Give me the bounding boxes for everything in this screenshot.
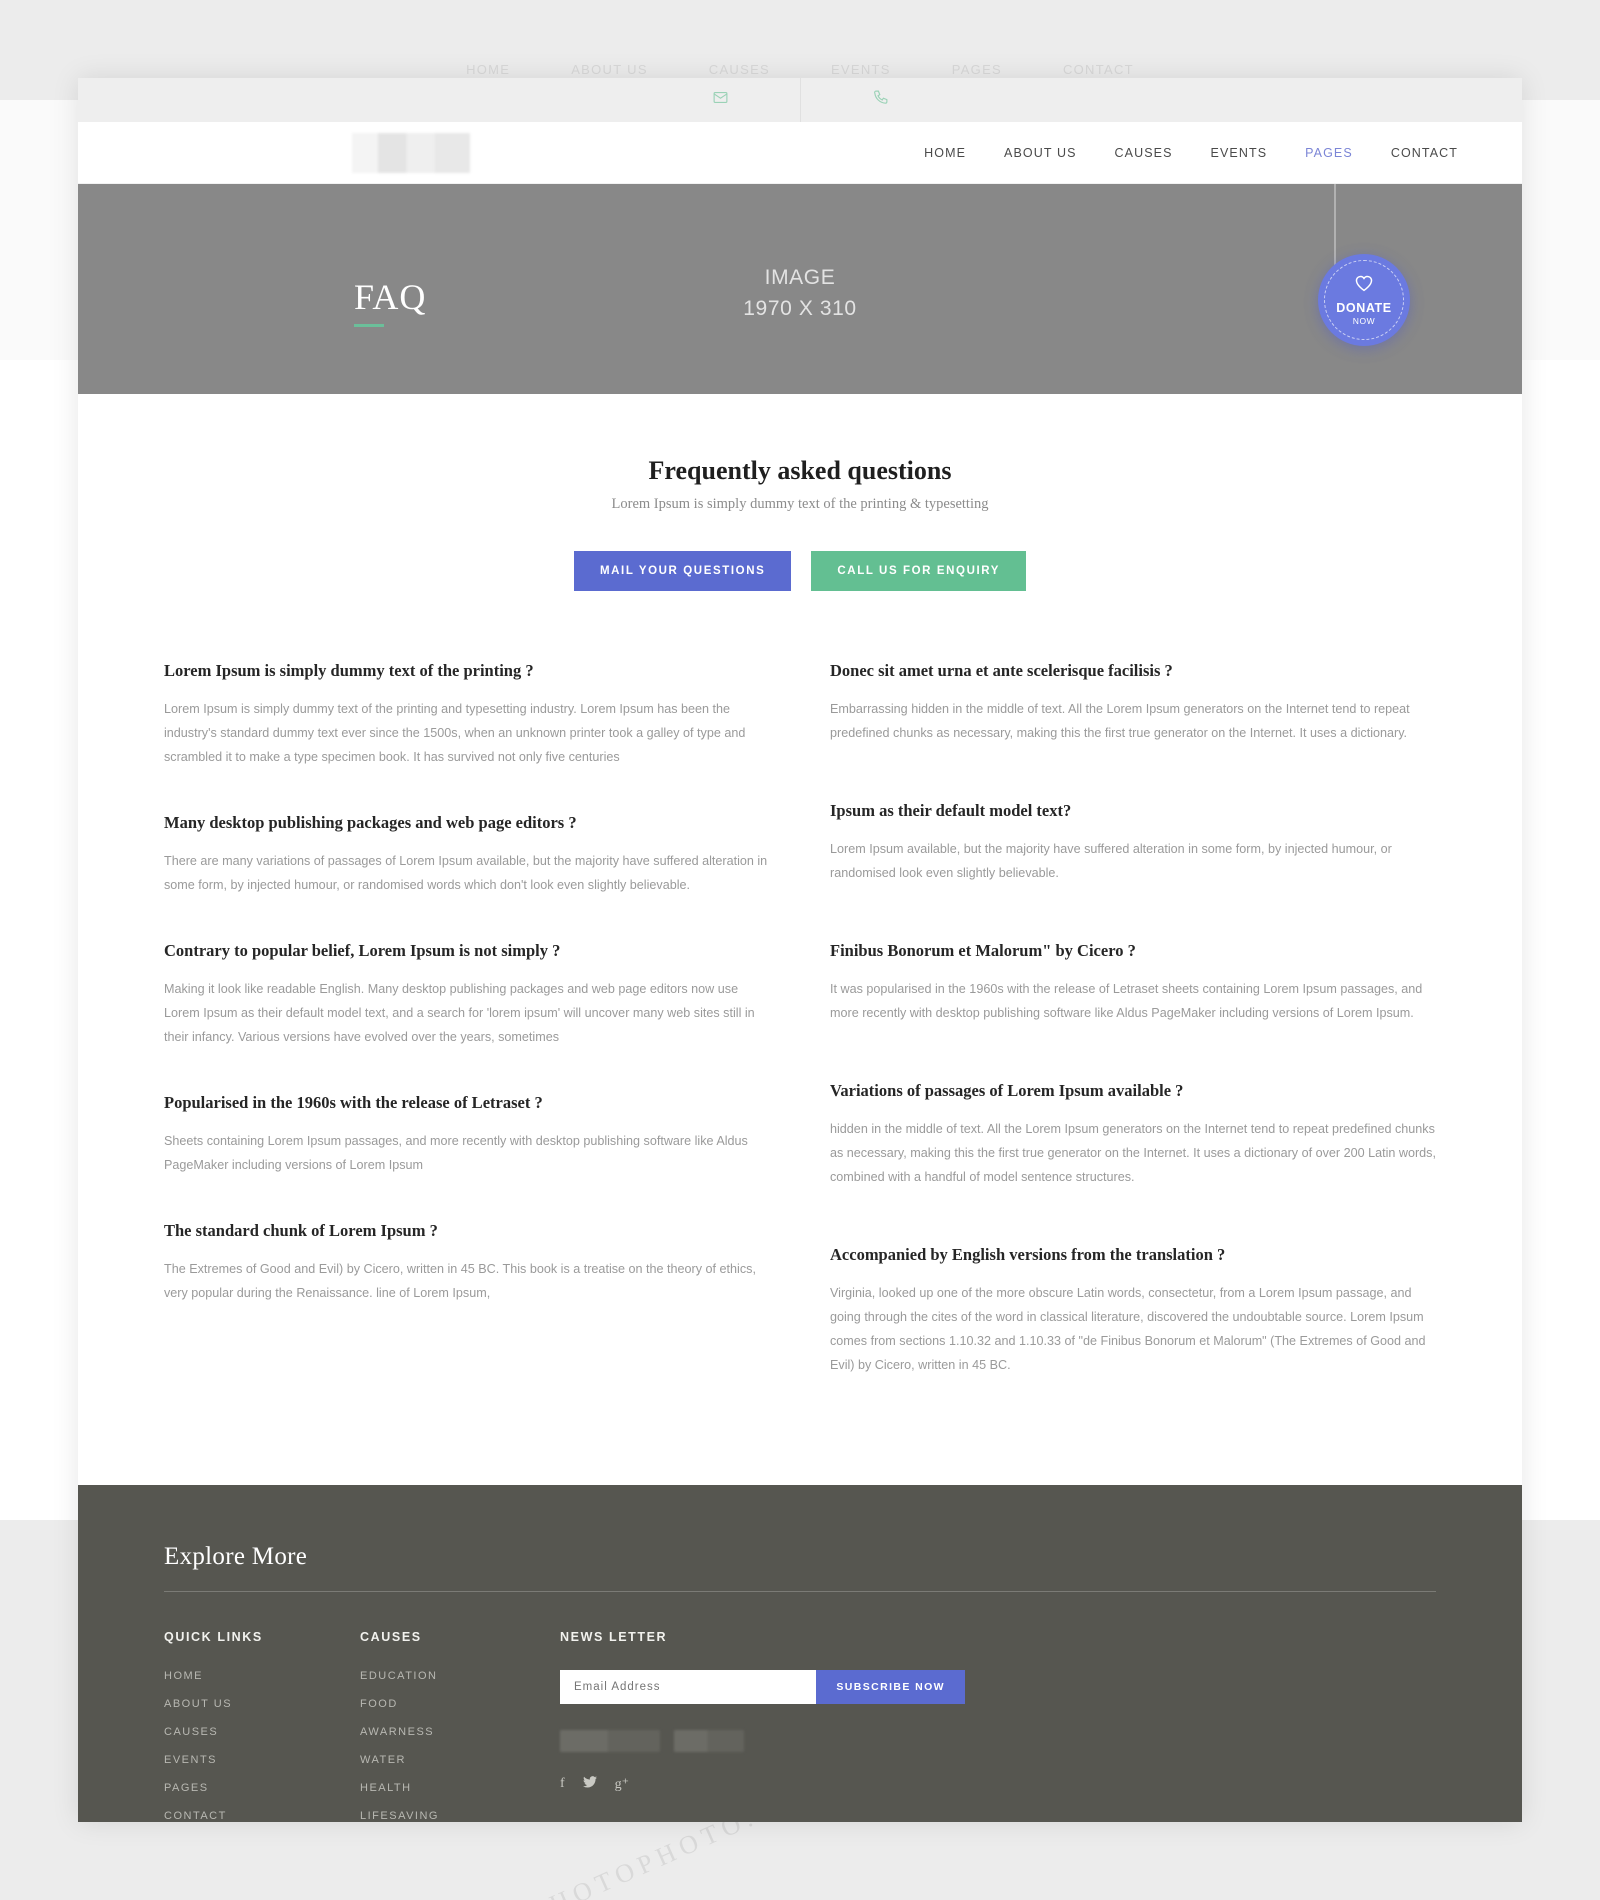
donate-label-secondary: NOW bbox=[1352, 316, 1376, 326]
social-links: f g⁺ bbox=[560, 1776, 1436, 1793]
faq-column-left: Lorem Ipsum is simply dummy text of the … bbox=[164, 661, 770, 1433]
footer-causes: CAUSES EDUCATION FOOD AWARNESS WATER HEA… bbox=[360, 1630, 560, 1822]
footer-cause-food[interactable]: FOOD bbox=[360, 1698, 560, 1710]
faq-item: Accompanied by English versions from the… bbox=[830, 1245, 1436, 1377]
faq-question[interactable]: Finibus Bonorum et Malorum" by Cicero ? bbox=[830, 941, 1436, 961]
faq-question[interactable]: Popularised in the 1960s with the releas… bbox=[164, 1093, 770, 1113]
hero-banner: FAQ IMAGE 1970 X 310 DONATE NOW bbox=[78, 184, 1522, 394]
google-plus-icon[interactable]: g⁺ bbox=[615, 1776, 629, 1793]
screenshot-stage: HOME ABOUT US CAUSES EVENTS PAGES CONTAC… bbox=[0, 0, 1600, 1900]
nav-item-causes[interactable]: CAUSES bbox=[1115, 146, 1173, 160]
footer-link-home[interactable]: HOME bbox=[164, 1670, 360, 1682]
faq-column-right: Donec sit amet urna et ante scelerisque … bbox=[830, 661, 1436, 1433]
hero-placeholder-line1: IMAGE bbox=[764, 266, 836, 289]
nav-item-pages[interactable]: PAGES bbox=[1305, 146, 1353, 160]
app-badge-secondary[interactable] bbox=[674, 1730, 744, 1752]
top-utility-bar bbox=[78, 78, 1522, 122]
footer-cause-health[interactable]: HEALTH bbox=[360, 1782, 560, 1794]
footer-columns: QUICK LINKS HOME ABOUT US CAUSES EVENTS … bbox=[164, 1630, 1436, 1822]
faq-grid: Lorem Ipsum is simply dummy text of the … bbox=[142, 661, 1458, 1433]
cta-row: MAIL YOUR QUESTIONS CALL US FOR ENQUIRY bbox=[142, 551, 1458, 591]
footer-divider bbox=[164, 1591, 1436, 1592]
faq-answer: Virginia, looked up one of the more obsc… bbox=[830, 1286, 1426, 1372]
title-underline bbox=[354, 324, 384, 327]
faq-answer: Embarrassing hidden in the middle of tex… bbox=[830, 702, 1410, 740]
footer-cause-lifesaving[interactable]: LIFESAVING bbox=[360, 1810, 560, 1822]
facebook-icon[interactable]: f bbox=[560, 1776, 565, 1793]
footer-heading-newsletter: NEWS LETTER bbox=[560, 1630, 668, 1644]
topbar-phone[interactable] bbox=[800, 78, 960, 122]
faq-item: Popularised in the 1960s with the releas… bbox=[164, 1093, 770, 1177]
donate-label-primary: DONATE bbox=[1336, 301, 1392, 315]
section-title: Frequently asked questions bbox=[648, 456, 952, 485]
mail-your-questions-button[interactable]: MAIL YOUR QUESTIONS bbox=[573, 551, 792, 591]
faq-answer: Lorem Ipsum is simply dummy text of the … bbox=[164, 702, 746, 764]
footer-link-events[interactable]: EVENTS bbox=[164, 1754, 360, 1766]
nav-item-about-us[interactable]: ABOUT US bbox=[1004, 146, 1076, 160]
faq-question[interactable]: Many desktop publishing packages and web… bbox=[164, 813, 770, 833]
footer-quick-links: QUICK LINKS HOME ABOUT US CAUSES EVENTS … bbox=[164, 1630, 360, 1822]
faq-item: Variations of passages of Lorem Ipsum av… bbox=[830, 1081, 1436, 1189]
hero-image-placeholder: IMAGE 1970 X 310 bbox=[78, 262, 1522, 324]
app-badge-primary[interactable] bbox=[560, 1730, 660, 1752]
section-subtitle: Lorem Ipsum is simply dummy text of the … bbox=[611, 496, 989, 512]
faq-item: Donec sit amet urna et ante scelerisque … bbox=[830, 661, 1436, 745]
faq-item: The standard chunk of Lorem Ipsum ? The … bbox=[164, 1221, 770, 1305]
donate-now-button[interactable]: DONATE NOW bbox=[1318, 254, 1410, 346]
heart-icon bbox=[1354, 274, 1374, 296]
footer-heading-quick-links: QUICK LINKS bbox=[164, 1630, 263, 1644]
website-page: HOME ABOUT US CAUSES EVENTS PAGES CONTAC… bbox=[78, 78, 1522, 1822]
newsletter-form: SUBSCRIBE NOW bbox=[560, 1670, 965, 1704]
footer-cause-education[interactable]: EDUCATION bbox=[360, 1670, 560, 1682]
subscribe-now-button[interactable]: SUBSCRIBE NOW bbox=[816, 1670, 965, 1704]
faq-answer: There are many variations of passages of… bbox=[164, 854, 768, 892]
faq-item: Lorem Ipsum is simply dummy text of the … bbox=[164, 661, 770, 769]
phone-icon bbox=[872, 89, 889, 111]
faq-question[interactable]: Donec sit amet urna et ante scelerisque … bbox=[830, 661, 1436, 681]
nav-item-events[interactable]: EVENTS bbox=[1211, 146, 1268, 160]
site-logo[interactable] bbox=[352, 132, 470, 173]
faq-question[interactable]: Accompanied by English versions from the… bbox=[830, 1245, 1436, 1265]
faq-answer: Lorem Ipsum available, but the majority … bbox=[830, 842, 1392, 880]
faq-answer: Sheets containing Lorem Ipsum passages, … bbox=[164, 1134, 748, 1172]
nav-item-home[interactable]: HOME bbox=[924, 146, 966, 160]
call-us-for-enquiry-button[interactable]: CALL US FOR ENQUIRY bbox=[811, 551, 1027, 591]
site-header: HOME ABOUT US CAUSES EVENTS PAGES CONTAC… bbox=[78, 122, 1522, 184]
footer-link-causes[interactable]: CAUSES bbox=[164, 1726, 360, 1738]
twitter-icon[interactable] bbox=[582, 1776, 597, 1793]
faq-answer: hidden in the middle of text. All the Lo… bbox=[830, 1122, 1436, 1184]
faq-answer: Making it look like readable English. Ma… bbox=[164, 982, 755, 1044]
footer-title: Explore More bbox=[164, 1543, 308, 1570]
hero-placeholder-line2: 1970 X 310 bbox=[743, 297, 857, 320]
app-store-badges bbox=[560, 1730, 1436, 1752]
newsletter-email-input[interactable] bbox=[560, 1670, 817, 1704]
footer-link-pages[interactable]: PAGES bbox=[164, 1782, 360, 1794]
faq-question[interactable]: Variations of passages of Lorem Ipsum av… bbox=[830, 1081, 1436, 1101]
faq-item: Contrary to popular belief, Lorem Ipsum … bbox=[164, 941, 770, 1049]
footer-link-contact[interactable]: CONTACT bbox=[164, 1810, 360, 1822]
faq-item: Ipsum as their default model text? Lorem… bbox=[830, 801, 1436, 885]
footer-link-about-us[interactable]: ABOUT US bbox=[164, 1698, 360, 1710]
footer-cause-water[interactable]: WATER bbox=[360, 1754, 560, 1766]
faq-question[interactable]: Lorem Ipsum is simply dummy text of the … bbox=[164, 661, 770, 681]
footer-newsletter: NEWS LETTER SUBSCRIBE NOW f bbox=[560, 1630, 1436, 1822]
main-navigation: HOME ABOUT US CAUSES EVENTS PAGES CONTAC… bbox=[924, 146, 1458, 160]
faq-answer: The Extremes of Good and Evil) by Cicero… bbox=[164, 1262, 756, 1300]
faq-item: Finibus Bonorum et Malorum" by Cicero ? … bbox=[830, 941, 1436, 1025]
faq-answer: It was popularised in the 1960s with the… bbox=[830, 982, 1423, 1020]
site-footer: Explore More QUICK LINKS HOME ABOUT US C… bbox=[78, 1485, 1522, 1822]
nav-item-contact[interactable]: CONTACT bbox=[1391, 146, 1458, 160]
footer-cause-awarness[interactable]: AWARNESS bbox=[360, 1726, 560, 1738]
footer-heading-causes: CAUSES bbox=[360, 1630, 422, 1644]
envelope-icon bbox=[712, 89, 729, 111]
faq-item: Many desktop publishing packages and web… bbox=[164, 813, 770, 897]
faq-question[interactable]: Contrary to popular belief, Lorem Ipsum … bbox=[164, 941, 770, 961]
main-content: Frequently asked questions Lorem Ipsum i… bbox=[78, 394, 1522, 1433]
topbar-mail[interactable] bbox=[640, 78, 800, 122]
faq-question[interactable]: Ipsum as their default model text? bbox=[830, 801, 1436, 821]
faq-question[interactable]: The standard chunk of Lorem Ipsum ? bbox=[164, 1221, 770, 1241]
